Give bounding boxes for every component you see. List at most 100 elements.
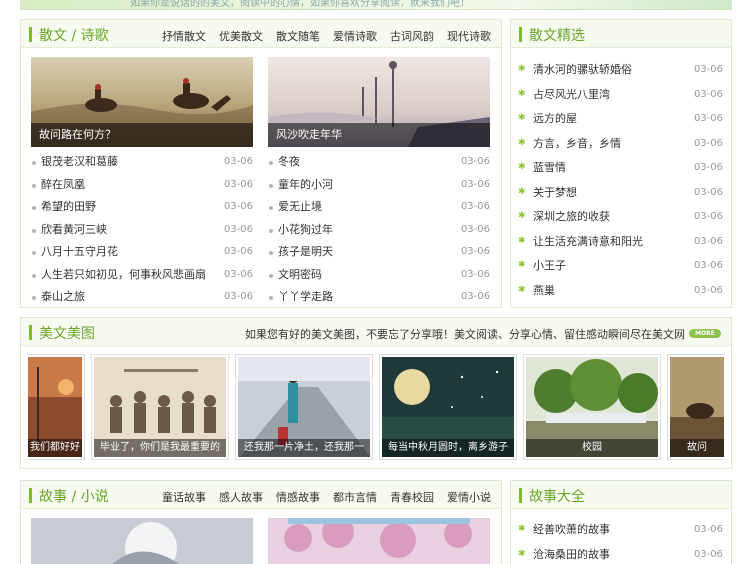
- category-link[interactable]: 都市言情: [333, 489, 377, 505]
- list-item[interactable]: 孩子是明天 03-06: [268, 241, 490, 264]
- story-image-1[interactable]: [31, 518, 253, 564]
- list-item[interactable]: 经善吹萧的故事 03-06: [518, 517, 723, 543]
- list-item-title[interactable]: 小王子: [533, 259, 566, 272]
- list-item-title[interactable]: 让生活充满诗意和阳光: [533, 235, 643, 248]
- list-item[interactable]: 冬夜 03-06: [268, 151, 490, 174]
- list-item-title[interactable]: 远方的屋: [533, 112, 577, 125]
- featured-caption[interactable]: 故问路在何方？: [31, 123, 253, 147]
- gallery-item[interactable]: 故问: [667, 354, 725, 460]
- gallery-caption[interactable]: 毕业了，你们是我最重要的: [94, 439, 226, 457]
- category-link[interactable]: 抒情散文: [162, 28, 206, 44]
- section-title[interactable]: 故事 / 小说: [39, 486, 109, 506]
- section-header: 散文 / 诗歌 抒情散文 优美散文 散文随笔 爱情诗歌 古词风韵 现代诗歌: [21, 20, 501, 48]
- more-button[interactable]: MORE: [689, 329, 721, 338]
- list-item[interactable]: 丫丫学走路 03-06: [268, 286, 490, 309]
- list-item[interactable]: 让生活充满诗意和阳光 03-06: [518, 229, 723, 255]
- list-item-title[interactable]: 方言，乡音，乡情: [533, 137, 621, 150]
- list-item-title[interactable]: 清水河的骡驮轿婚俗: [533, 63, 632, 76]
- category-link[interactable]: 感人故事: [219, 489, 263, 505]
- cherry-blossom-image: [268, 518, 490, 564]
- category-link[interactable]: 优美散文: [219, 28, 263, 44]
- list-item[interactable]: 童年的小河 03-06: [268, 174, 490, 197]
- list-item-title[interactable]: 欣看黄河三峡: [41, 223, 107, 236]
- bullet-icon: [269, 206, 273, 210]
- list-item-date: 03-06: [460, 178, 490, 190]
- list-item[interactable]: 醉在凤凰 03-06: [31, 174, 253, 197]
- gallery-caption[interactable]: 故问: [670, 439, 724, 457]
- list-item-title[interactable]: 银茂老汉和葛藤: [41, 155, 118, 168]
- category-link[interactable]: 现代诗歌: [447, 28, 491, 44]
- list-item-title[interactable]: 爱无止境: [278, 200, 322, 213]
- list-item[interactable]: 泰山之旅 03-06: [31, 286, 253, 309]
- list-item-title[interactable]: 醉在凤凰: [41, 178, 85, 191]
- category-link[interactable]: 散文随笔: [276, 28, 320, 44]
- list-item[interactable]: 爱无止境 03-06: [268, 196, 490, 219]
- gallery-item[interactable]: 毕业了，你们是我最重要的: [91, 354, 229, 460]
- list-item-title[interactable]: 孩子是明天: [278, 245, 333, 258]
- list-item-title[interactable]: 关于梦想: [533, 186, 577, 199]
- list-item[interactable]: 关于梦想 03-06: [518, 180, 723, 206]
- list-item-title[interactable]: 深圳之旅的收获: [533, 210, 610, 223]
- category-link[interactable]: 古词风韵: [390, 28, 434, 44]
- list-item[interactable]: 沧海桑田的故事 03-06: [518, 542, 723, 564]
- section-title[interactable]: 美文美图: [39, 323, 95, 343]
- list-item[interactable]: 清水河的骡驮轿婚俗 03-06: [518, 57, 723, 83]
- list-item-title[interactable]: 小花狗过年: [278, 223, 333, 236]
- category-link[interactable]: 爱情小说: [447, 489, 491, 505]
- list-item[interactable]: 文明密码 03-06: [268, 264, 490, 287]
- gallery-caption[interactable]: 每当中秋月圆时，离乡游子: [382, 439, 514, 457]
- gallery-item[interactable]: 校园: [523, 354, 661, 460]
- list-item-title[interactable]: 希望的田野: [41, 200, 96, 213]
- list-item-title[interactable]: 蓝雪情: [533, 161, 566, 174]
- list-item-title[interactable]: 文明密码: [278, 268, 322, 281]
- gallery-item[interactable]: 每当中秋月圆时，离乡游子: [379, 354, 517, 460]
- list-item[interactable]: 小王子 03-06: [518, 253, 723, 279]
- list-item-title[interactable]: 冬夜: [278, 155, 300, 168]
- list-item-title[interactable]: 占尽风光八里湾: [533, 88, 610, 101]
- section-title-bar: [29, 488, 32, 503]
- list-item[interactable]: 深圳之旅的收获 03-06: [518, 204, 723, 230]
- featured-caption[interactable]: 风沙吹走年华: [268, 123, 490, 147]
- section-title[interactable]: 故事大全: [529, 486, 585, 506]
- category-link[interactable]: 童话故事: [162, 489, 206, 505]
- list-item[interactable]: 蓝雪情 03-06: [518, 155, 723, 181]
- category-link[interactable]: 情感故事: [276, 489, 320, 505]
- section-title[interactable]: 散文 / 诗歌: [39, 25, 109, 45]
- list-item-title[interactable]: 泰山之旅: [41, 290, 85, 303]
- gallery-caption[interactable]: 校园: [526, 439, 658, 457]
- list-item-title[interactable]: 经善吹萧的故事: [533, 523, 610, 536]
- list-item[interactable]: 占尽风光八里湾 03-06: [518, 82, 723, 108]
- list-item-title[interactable]: 八月十五守月花: [41, 245, 118, 258]
- featured-image-2[interactable]: 风沙吹走年华: [268, 57, 490, 147]
- gallery-caption[interactable]: 还我那一片净土，还我那一: [238, 439, 370, 457]
- list-item[interactable]: 八月十五守月花 03-06: [31, 241, 253, 264]
- list-item[interactable]: 方言，乡音，乡情 03-06: [518, 131, 723, 157]
- story-image-2[interactable]: [268, 518, 490, 564]
- section-title-bar: [29, 325, 32, 340]
- bullet-icon: [32, 296, 36, 300]
- category-link[interactable]: 青春校园: [390, 489, 434, 505]
- list-item-title[interactable]: 沧海桑田的故事: [533, 548, 610, 561]
- list-item[interactable]: 小花狗过年 03-06: [268, 219, 490, 242]
- gallery-item[interactable]: 我们都好好: [27, 354, 85, 460]
- list-item[interactable]: 欣看黄河三峡 03-06: [31, 219, 253, 242]
- list-item[interactable]: 远方的屋 03-06: [518, 106, 723, 132]
- share-note: 如果您有好的美文美图，不要忘了分享哦！美文阅读、分享心情、留住感动瞬间尽在美文网: [245, 328, 685, 341]
- category-link[interactable]: 爱情诗歌: [333, 28, 377, 44]
- list-item-title[interactable]: 童年的小河: [278, 178, 333, 191]
- star-bullet-icon: [518, 229, 527, 254]
- list-item[interactable]: 希望的田野 03-06: [31, 196, 253, 219]
- list-item[interactable]: 银茂老汉和葛藤 03-06: [31, 151, 253, 174]
- list-item-title[interactable]: 人生若只如初见，何事秋风悲画扇: [41, 268, 206, 281]
- gallery-caption[interactable]: 我们都好好: [28, 439, 82, 457]
- gallery-item[interactable]: 还我那一片净土，还我那一: [235, 354, 373, 460]
- list-item[interactable]: 燕巢 03-06: [518, 278, 723, 304]
- list-item-date: 03-06: [693, 64, 723, 75]
- featured-image-1[interactable]: 故问路在何方？: [31, 57, 253, 147]
- section-header: 美文美图 如果您有好的美文美图，不要忘了分享哦！美文阅读、分享心情、留住感动瞬间…: [21, 318, 731, 346]
- list-item[interactable]: 人生若只如初见，何事秋风悲画扇 03-06: [31, 264, 253, 287]
- list-item-title[interactable]: 燕巢: [533, 284, 555, 297]
- list-item-date: 03-06: [460, 268, 490, 280]
- list-item-title[interactable]: 丫丫学走路: [278, 290, 333, 303]
- section-title[interactable]: 散文精选: [529, 25, 585, 45]
